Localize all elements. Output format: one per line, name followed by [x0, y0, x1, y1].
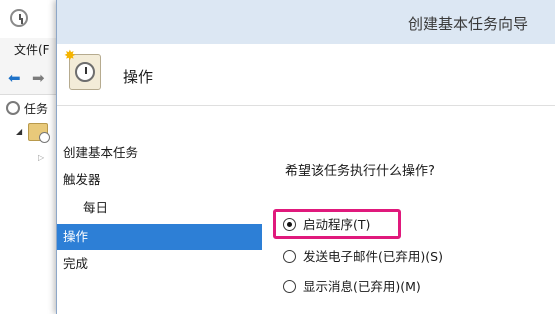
clock-icon — [10, 9, 28, 27]
wizard-steps: 创建基本任务 触发器 每日 操作 完成 — [57, 140, 267, 314]
forward-arrow-icon[interactable]: ➡ — [32, 70, 48, 86]
tree-item-task-scheduler[interactable]: 任务 — [6, 100, 48, 117]
step-action[interactable]: 操作 — [57, 224, 262, 250]
radio-label: 显示消息(已弃用)(M) — [303, 279, 421, 294]
menu-file[interactable]: 文件(F — [14, 41, 50, 58]
tree-root-label: 任务 — [24, 102, 49, 116]
collapsed-arrow-icon[interactable]: ▷ — [38, 153, 44, 162]
expand-arrow-icon[interactable]: ◢ — [16, 127, 22, 136]
step-trigger[interactable]: 触发器 — [57, 167, 262, 193]
dialog-title: 创建基本任务向导 — [407, 15, 528, 33]
dialog-header: ✸ 操作 — [57, 44, 555, 106]
background-menubar: 文件(F — [0, 38, 60, 62]
navigation-tree: 任务 ◢ ▷ — [0, 95, 61, 314]
highlight-annotation — [273, 209, 401, 239]
page-title: 操作 — [123, 68, 154, 86]
action-panel: 希望该任务执行什么操作? 启动程序(T) 发送电子邮件(已弃用)(S) 显示消息… — [267, 105, 555, 314]
background-toolbar: ⬅ ➡ — [0, 62, 60, 95]
radio-button[interactable] — [283, 250, 296, 263]
radio-label: 发送电子邮件(已弃用)(S) — [303, 249, 443, 264]
star-icon: ✸ — [64, 48, 76, 64]
step-finish[interactable]: 完成 — [57, 251, 262, 277]
step-daily[interactable]: 每日 — [57, 195, 262, 221]
clock-icon — [6, 101, 20, 115]
step-label: 每日 — [83, 200, 109, 215]
back-arrow-icon[interactable]: ⬅ — [8, 70, 24, 86]
step-label: 完成 — [63, 256, 89, 271]
step-label: 操作 — [63, 229, 89, 244]
step-create-basic-task[interactable]: 创建基本任务 — [57, 140, 262, 166]
task-library-icon[interactable] — [28, 123, 50, 143]
clock-icon — [75, 62, 95, 82]
step-label: 触发器 — [63, 172, 101, 187]
step-label: 创建基本任务 — [63, 145, 139, 160]
create-basic-task-wizard: 创建基本任务向导 ✸ 操作 创建基本任务 触发器 每日 操作 完成 希望该任务执… — [56, 0, 555, 314]
radio-button[interactable] — [283, 280, 296, 293]
action-question: 希望该任务执行什么操作? — [285, 164, 435, 179]
dialog-titlebar[interactable]: 创建基本任务向导 — [57, 0, 555, 44]
wizard-task-icon: ✸ — [64, 49, 101, 90]
